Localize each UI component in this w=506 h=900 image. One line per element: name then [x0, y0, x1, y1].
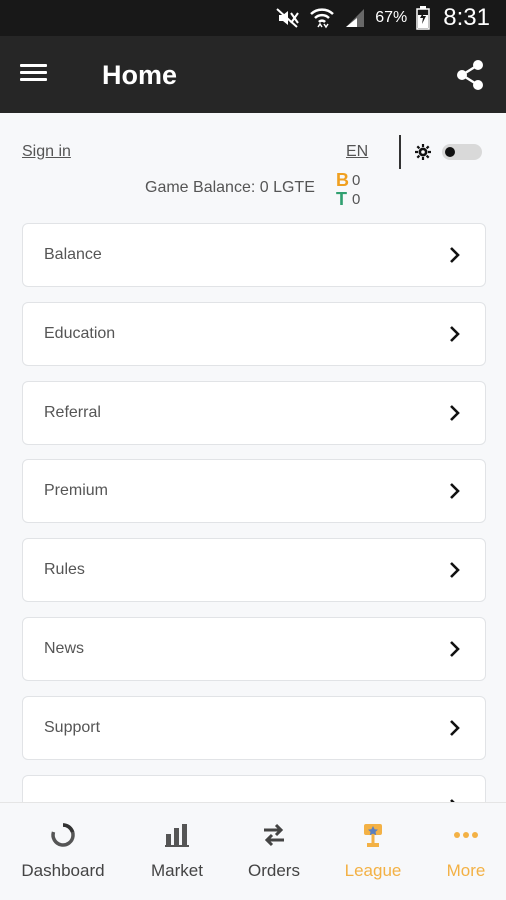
usdt-balance: T 0: [336, 189, 360, 210]
trophy-icon: [364, 824, 382, 847]
chevron-right-icon: [450, 404, 460, 421]
tether-icon: T: [336, 189, 347, 209]
gear-icon: [415, 144, 431, 160]
bottom-navigation: Dashboard Market Orders League More: [0, 802, 506, 900]
menu-item-label: Rules: [44, 561, 85, 579]
page-title: Home: [102, 60, 178, 90]
menu-list: Balance Education Referral Premium Rules…: [22, 223, 486, 802]
more-icon: [454, 832, 478, 838]
menu-item-rules[interactable]: Rules: [22, 538, 486, 603]
menu-icon[interactable]: [20, 60, 60, 90]
game-balance: Game Balance: 0 LGTE: [145, 179, 315, 196]
app-bar: Home: [0, 36, 506, 113]
btc-value: 0: [352, 172, 361, 189]
market-icon: [165, 824, 189, 847]
btc-balance: B 0: [336, 170, 360, 191]
theme-toggle[interactable]: [442, 144, 482, 160]
home-content: Sign in EN Game Balance: 0 LGTE B 0 T 0 …: [0, 113, 506, 802]
header-divider: [399, 135, 401, 169]
battery-icon: [416, 6, 431, 30]
nav-market[interactable]: Market: [126, 803, 228, 900]
nav-label: Market: [151, 861, 203, 880]
bitcoin-icon: B: [336, 170, 349, 190]
menu-item-support[interactable]: Support: [22, 695, 486, 760]
toggle-knob: [445, 147, 455, 157]
chevron-right-icon: [450, 562, 460, 579]
nav-label: Dashboard: [21, 861, 105, 880]
menu-item-label: Referral: [44, 403, 101, 421]
menu-item-label: Support: [44, 718, 101, 736]
orders-icon: [264, 823, 284, 847]
status-bar: 67% 8:31: [0, 0, 506, 36]
menu-item-news[interactable]: News: [22, 616, 486, 681]
nav-dashboard[interactable]: Dashboard: [0, 803, 126, 900]
menu-item-partial[interactable]: [22, 774, 486, 802]
share-icon[interactable]: [454, 58, 488, 92]
nav-league[interactable]: League: [320, 803, 426, 900]
nav-label: League: [344, 861, 402, 880]
menu-item-label: Premium: [44, 482, 109, 500]
menu-item-balance[interactable]: Balance: [22, 223, 486, 287]
menu-item-premium[interactable]: Premium: [22, 459, 486, 524]
nav-label: More: [446, 861, 486, 880]
chevron-right-icon: [450, 325, 460, 342]
sign-in-link[interactable]: Sign in: [22, 143, 71, 161]
menu-item-referral[interactable]: Referral: [22, 380, 486, 445]
dashboard-icon: [51, 823, 75, 847]
usdt-value: 0: [352, 191, 361, 208]
battery-percentage: 67%: [375, 9, 408, 26]
menu-item-label: News: [44, 639, 85, 657]
nav-orders[interactable]: Orders: [228, 803, 320, 900]
clock: 8:31: [443, 4, 490, 31]
signal-icon: [346, 9, 365, 27]
nav-label: Orders: [248, 861, 300, 880]
language-selector[interactable]: EN: [346, 143, 368, 161]
chevron-right-icon: [450, 719, 460, 736]
chevron-right-icon: [450, 641, 460, 657]
chevron-right-icon: [450, 483, 460, 500]
chevron-right-icon: [450, 247, 460, 263]
menu-item-label: Education: [44, 324, 116, 342]
menu-item-label: Balance: [44, 246, 102, 263]
nav-more[interactable]: More: [426, 803, 506, 900]
menu-item-education[interactable]: Education: [22, 301, 486, 366]
mute-icon: [276, 8, 300, 28]
wifi-icon: [310, 8, 335, 29]
